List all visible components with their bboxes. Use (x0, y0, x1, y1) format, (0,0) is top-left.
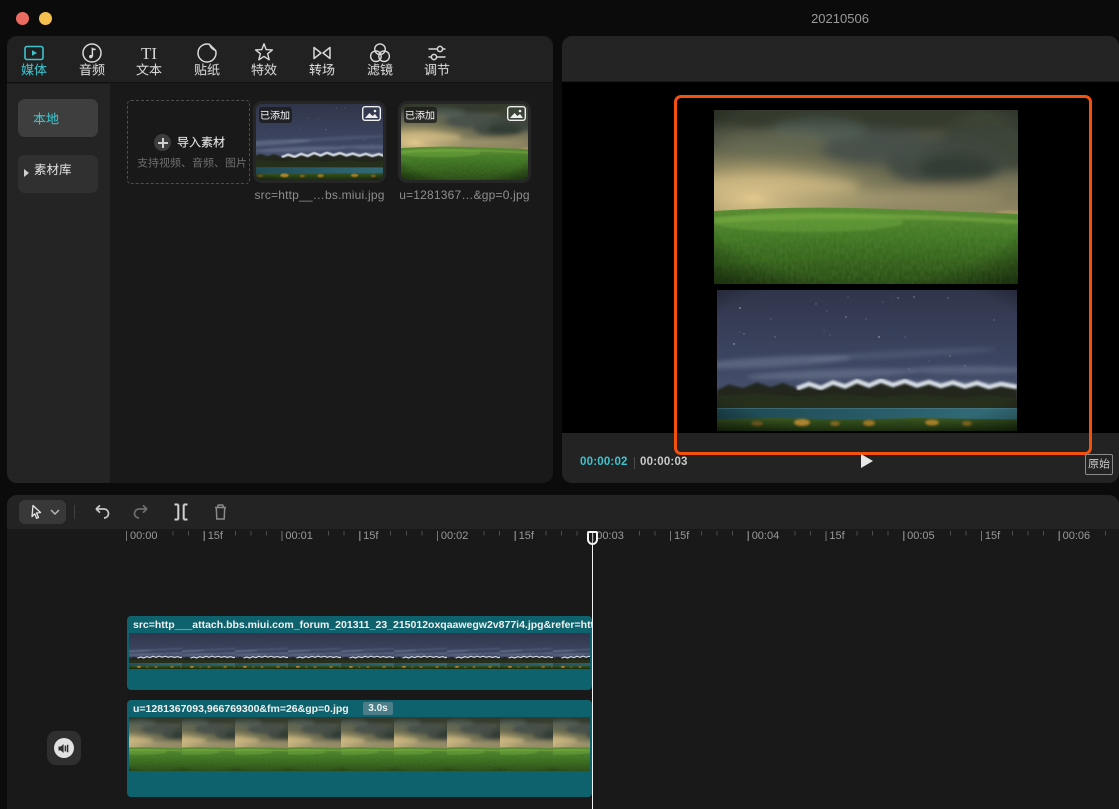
svg-text:TI: TI (141, 44, 157, 63)
